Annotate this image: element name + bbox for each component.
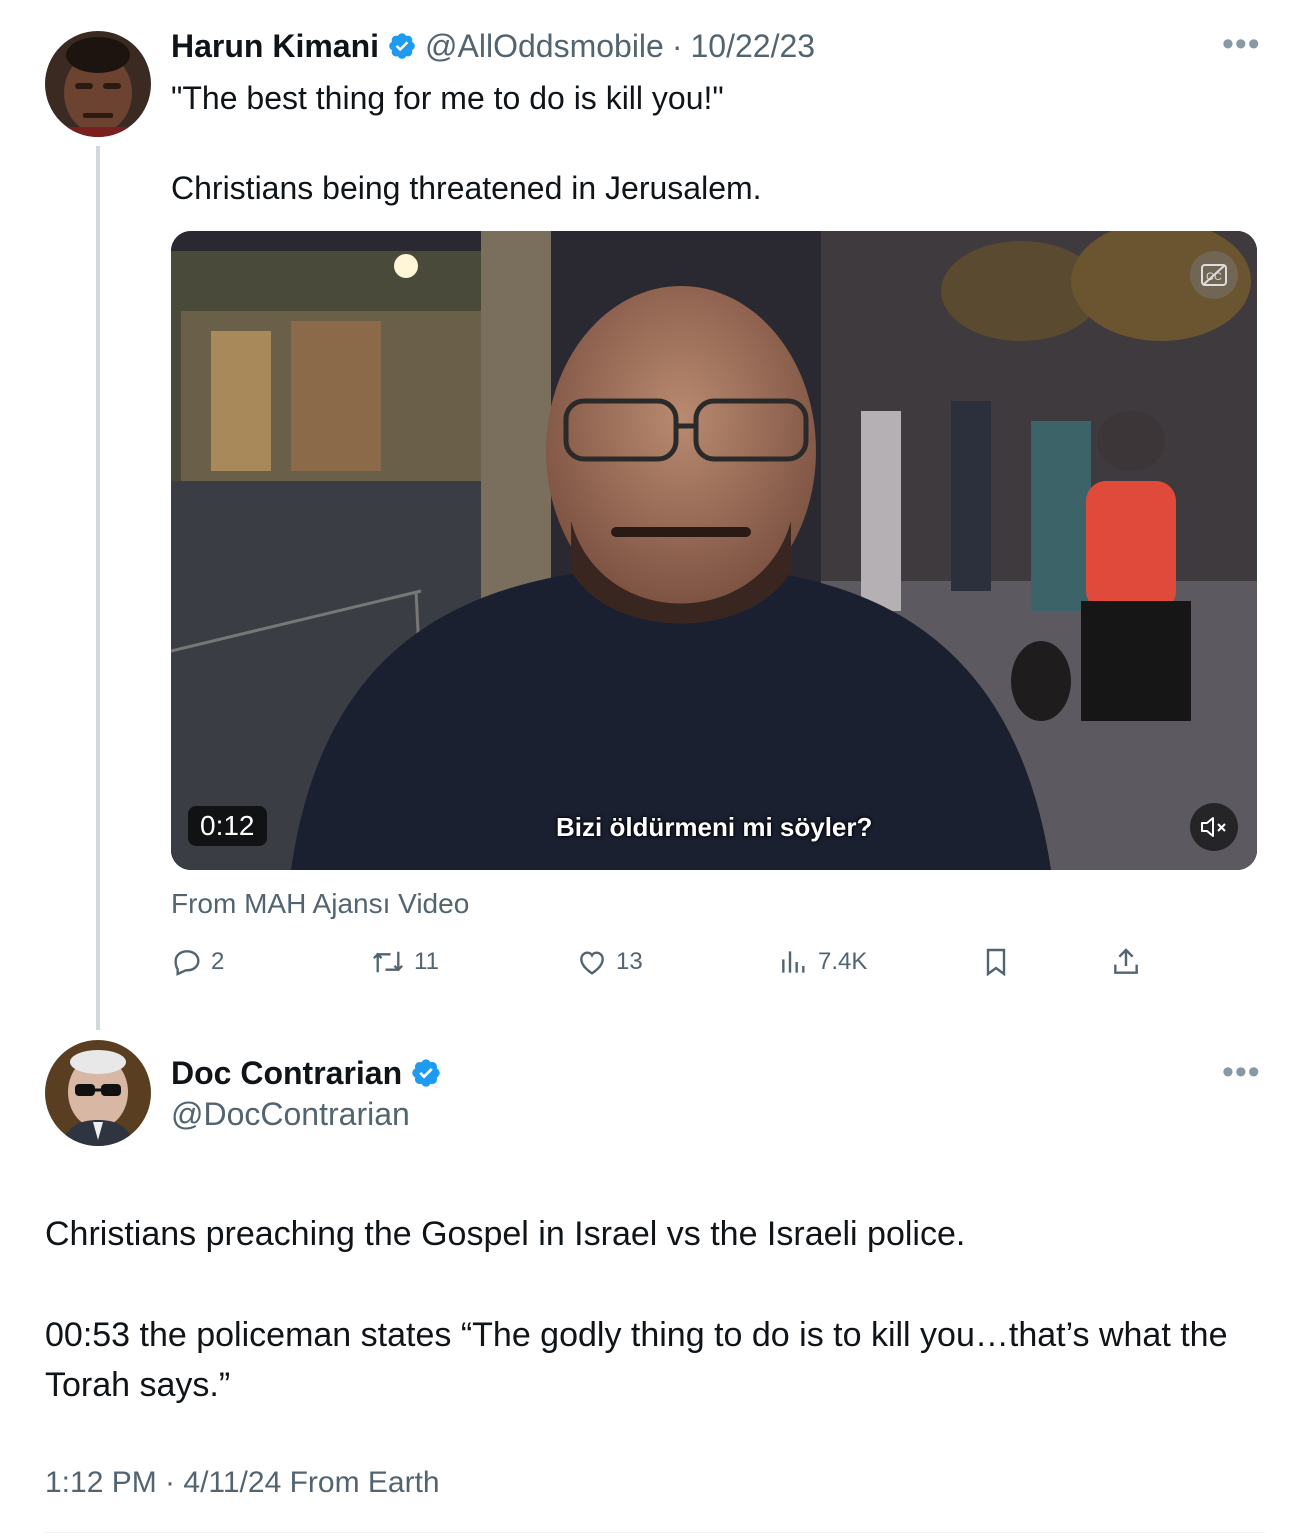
separator-dot: ·	[671, 27, 683, 64]
like-icon	[576, 946, 608, 978]
reply-count: 2	[211, 948, 225, 975]
reply-icon	[171, 946, 203, 978]
avatar[interactable]	[45, 31, 151, 137]
verified-badge-icon	[387, 31, 417, 61]
like-button[interactable]: 13	[576, 946, 643, 978]
video-subtitle: Bizi öldürmeni mi söyler?	[556, 812, 873, 842]
more-options-icon[interactable]: •••	[1222, 27, 1261, 61]
author-name[interactable]: Harun Kimani	[171, 28, 379, 65]
thread-connector-line	[96, 146, 100, 1030]
video-source[interactable]: From MAH Ajansı Video	[171, 888, 469, 920]
video-duration: 0:12	[188, 806, 267, 846]
tweet-date[interactable]: 10/22/23	[690, 28, 815, 65]
views-button[interactable]: 7.4K	[778, 946, 867, 978]
views-icon	[778, 946, 810, 978]
divider	[45, 1532, 1265, 1533]
verified-badge-icon	[410, 1057, 442, 1089]
retweet-count: 11	[414, 948, 439, 975]
tweet-text-para-1: Christians preaching the Gospel in Israe…	[45, 1215, 966, 1253]
views-count: 7.4K	[818, 948, 868, 975]
tweet-text-line-2: Christians being threatened in Jerusalem…	[171, 170, 762, 206]
avatar[interactable]	[45, 1040, 151, 1146]
tweet-header: Doc Contrarian	[171, 1053, 442, 1093]
share-icon[interactable]	[1110, 946, 1142, 978]
video-player[interactable]: 0:12 Bizi öldürmeni mi söyler? CC	[171, 231, 1257, 870]
author-handle[interactable]: @DocContrarian	[171, 1096, 410, 1133]
mute-icon[interactable]	[1190, 803, 1238, 851]
retweet-button[interactable]: 11	[370, 946, 439, 978]
author-handle[interactable]: @AllOddsmobile	[425, 28, 664, 65]
captions-icon[interactable]: CC	[1190, 251, 1238, 299]
reply-button[interactable]: 2	[171, 946, 224, 978]
tweet-header: Harun Kimani @AllOddsmobile · 10/22/23	[171, 26, 815, 66]
tweet-text-para-2: 00:53 the policeman states “The godly th…	[45, 1316, 1237, 1404]
more-options-icon[interactable]: •••	[1222, 1055, 1261, 1089]
retweet-icon	[370, 946, 406, 978]
tweet-text-line-1: "The best thing for me to do is kill you…	[171, 80, 724, 116]
video-frame	[171, 231, 1257, 870]
author-name[interactable]: Doc Contrarian	[171, 1055, 402, 1092]
like-count: 13	[616, 948, 643, 975]
tweet-timestamp[interactable]: 1:12 PM · 4/11/24 From Earth	[45, 1466, 440, 1500]
bookmark-icon[interactable]	[980, 946, 1012, 978]
